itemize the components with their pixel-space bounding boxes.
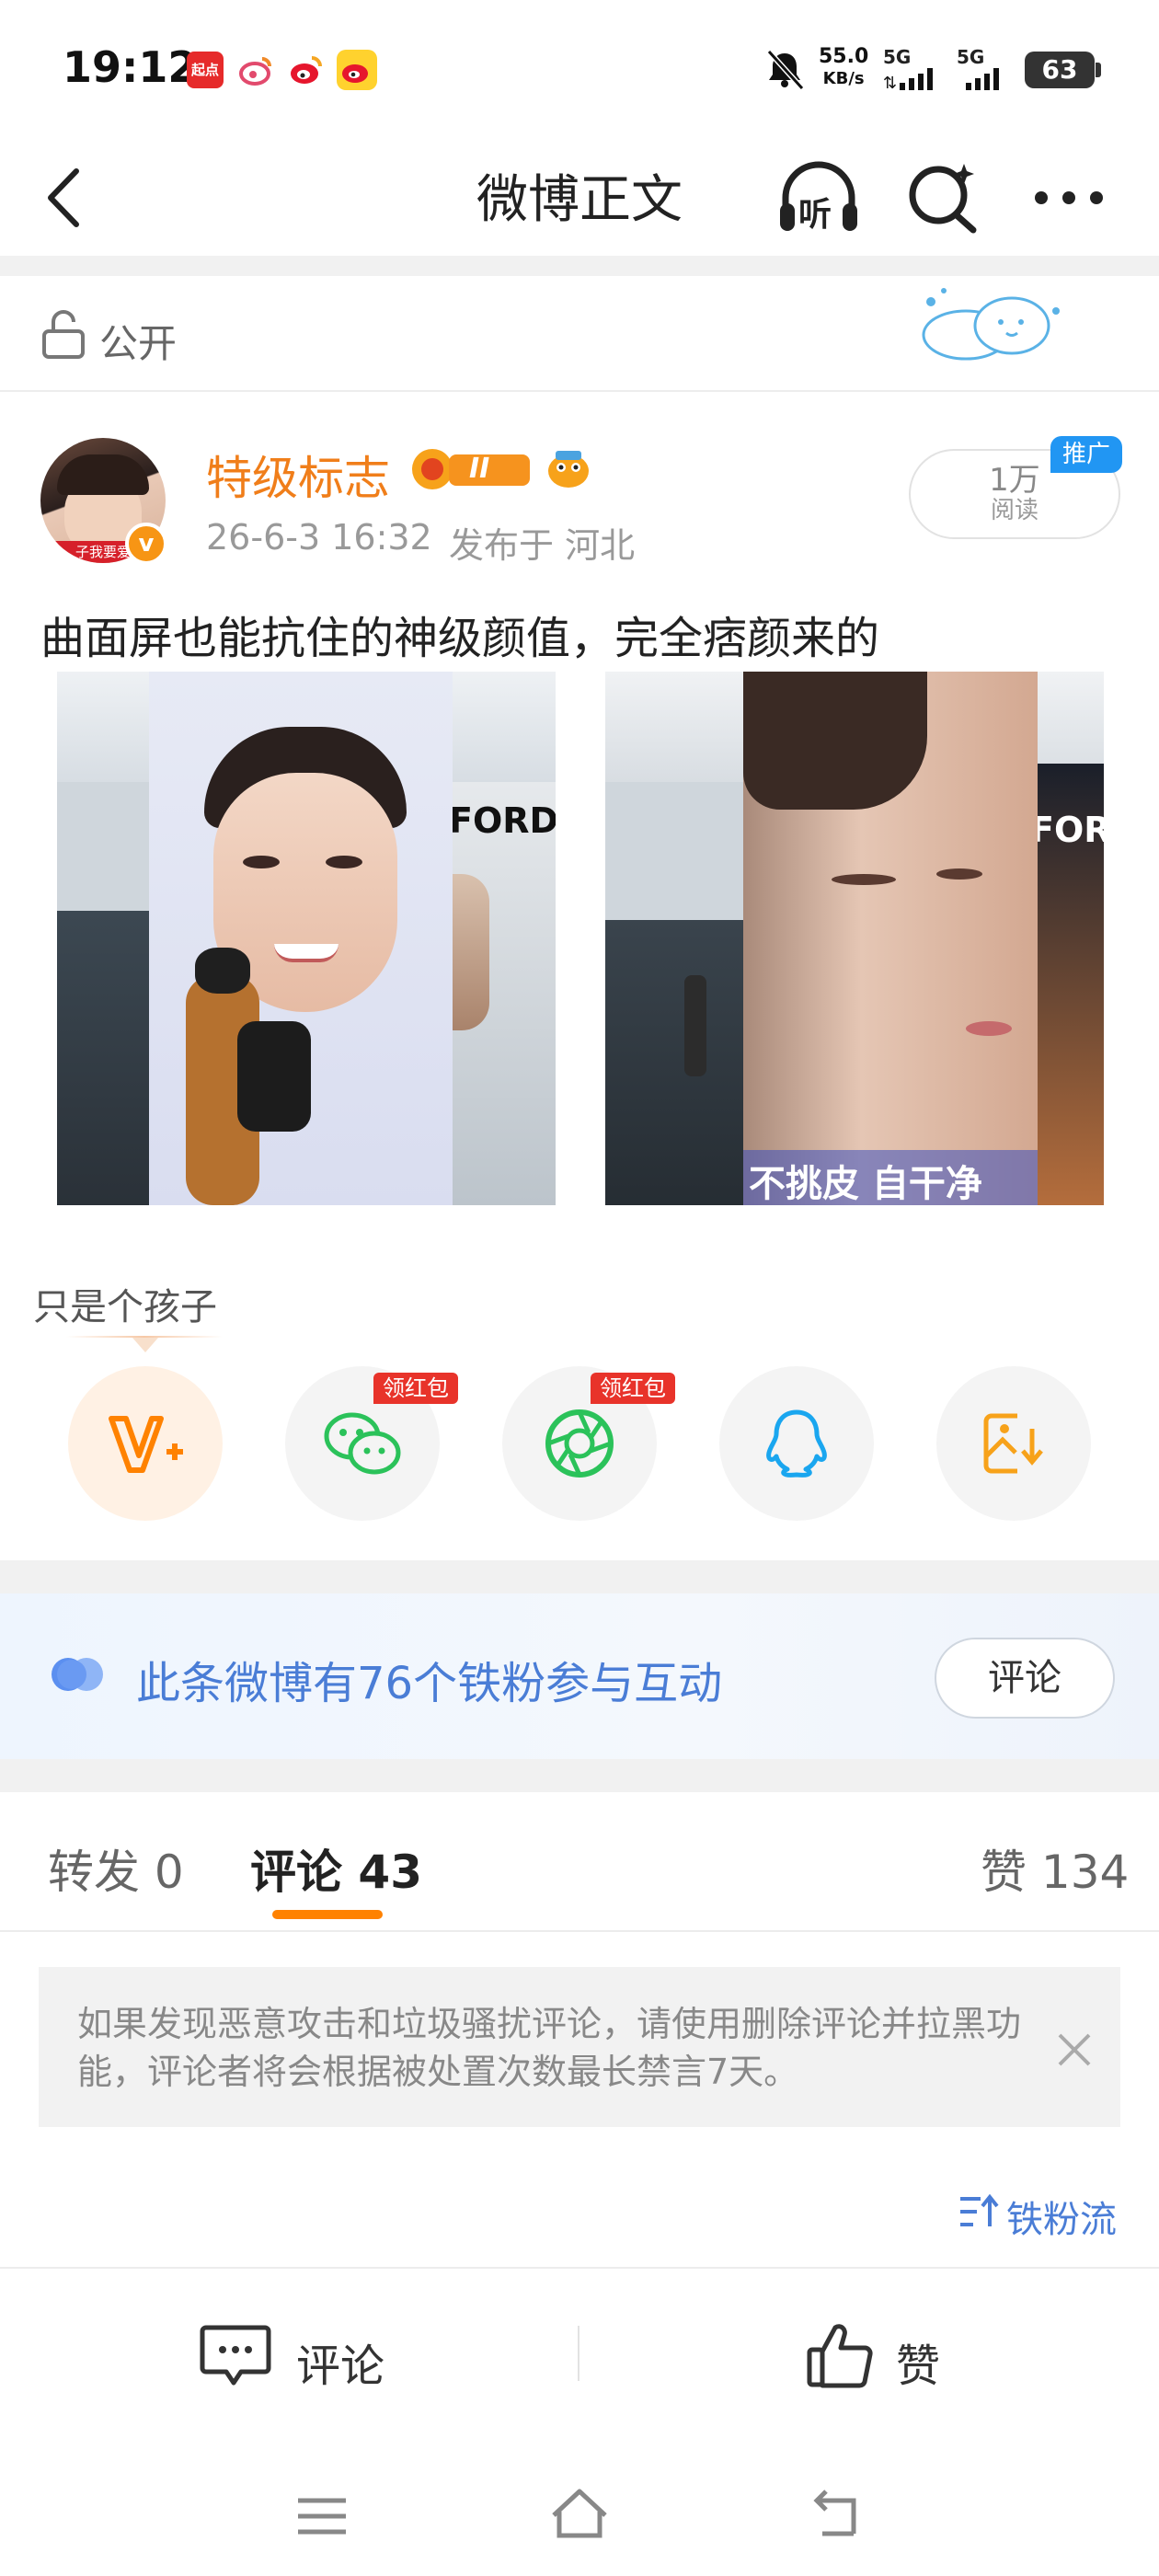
net-speed: 55.0 KB/s bbox=[819, 45, 869, 89]
thumbs-up-icon bbox=[807, 2324, 873, 2388]
qq-icon bbox=[766, 1409, 827, 1478]
fans-comment-button[interactable]: 评论 bbox=[935, 1638, 1115, 1719]
divider bbox=[0, 1759, 1159, 1792]
tab-active-indicator bbox=[272, 1910, 383, 1919]
wechat-redpack-badge: 领红包 bbox=[373, 1373, 458, 1404]
weibo-alt-icon bbox=[237, 52, 274, 88]
more-button[interactable] bbox=[1023, 156, 1115, 239]
promo-badge: 推广 bbox=[1050, 436, 1122, 473]
fans-banner-text: 此条微博有76个铁粉参与互动 bbox=[136, 1658, 723, 1709]
sort-label: 铁粉流 bbox=[1006, 2199, 1117, 2241]
fans-icon bbox=[52, 1658, 103, 1691]
listen-button[interactable]: 听 bbox=[773, 151, 865, 243]
comment-icon bbox=[200, 2325, 271, 2386]
status-bar: 19:12 起点 55.0 KB/s 5G ⇅ 5G 63 bbox=[0, 0, 1159, 138]
home-icon[interactable] bbox=[546, 2484, 613, 2543]
save-image-button[interactable] bbox=[936, 1366, 1091, 1521]
close-icon bbox=[1058, 2033, 1091, 2066]
save-image-icon bbox=[983, 1413, 1043, 1474]
share-tooltip: 只是个孩子 bbox=[33, 1286, 217, 1328]
notice-text: 如果发现恶意攻击和垃圾骚扰评论，请使用删除评论并拉黑功能，评论者将会根据被处置次… bbox=[77, 2004, 1022, 2092]
share-qq-button[interactable] bbox=[719, 1366, 874, 1521]
sticker-decoration bbox=[922, 288, 1060, 361]
weibo-icon bbox=[288, 52, 325, 88]
divider bbox=[0, 1930, 1159, 1932]
share-vip-repost-button[interactable] bbox=[68, 1366, 223, 1521]
post-text: 曲面屏也能抗住的神级颜值，完全痞颜来的 bbox=[40, 613, 880, 664]
bottom-like-button[interactable]: 赞 bbox=[791, 2309, 993, 2401]
weibo-yellow-icon bbox=[337, 50, 377, 90]
post-image-1[interactable]: FORD bbox=[57, 672, 556, 1205]
sort-icon bbox=[960, 2193, 999, 2226]
svg-text:⇅: ⇅ bbox=[883, 74, 897, 92]
wechat-icon bbox=[324, 1412, 401, 1475]
sort-button[interactable]: 铁粉流 bbox=[957, 2186, 1122, 2241]
bottom-comment-label: 评论 bbox=[296, 2340, 385, 2392]
bottom-comment-button[interactable]: 评论 bbox=[184, 2309, 423, 2401]
fans-banner: 此条微博有76个铁粉参与互动 评论 bbox=[0, 1593, 1159, 1759]
back-arrow-icon bbox=[48, 168, 79, 227]
qidian-icon: 起点 bbox=[187, 52, 224, 88]
post-image-2[interactable]: FOR 不挑皮 自干净 bbox=[605, 672, 1104, 1205]
divider bbox=[0, 1560, 1159, 1593]
title-bar: 微博正文 听 bbox=[0, 138, 1159, 258]
v-plus-icon bbox=[109, 1416, 183, 1473]
back-nav-icon[interactable] bbox=[806, 2488, 865, 2539]
verified-badge-icon: v bbox=[125, 523, 167, 565]
system-nav-bar bbox=[0, 2447, 1159, 2576]
battery-icon: 63 bbox=[1025, 52, 1101, 88]
tooltip-arrow bbox=[132, 1338, 158, 1352]
signal-icon-2: 5G bbox=[957, 46, 1012, 92]
visibility-row: 公开 bbox=[0, 276, 1159, 392]
signal-icon-1: 5G ⇅ bbox=[883, 46, 947, 92]
bottom-like-label: 赞 bbox=[896, 2340, 941, 2392]
tab-likes[interactable]: 赞 134 bbox=[981, 1835, 1129, 1902]
moments-redpack-badge: 领红包 bbox=[591, 1373, 675, 1404]
divider bbox=[0, 256, 1159, 276]
visibility-label: 公开 bbox=[99, 321, 178, 366]
author-name[interactable]: 特级标志 bbox=[206, 442, 390, 508]
unlock-icon bbox=[42, 310, 85, 359]
tab-comments[interactable]: 评论 43 bbox=[250, 1835, 422, 1902]
divider bbox=[578, 2326, 580, 2381]
moments-icon bbox=[545, 1409, 614, 1478]
status-time: 19:12 bbox=[63, 42, 198, 92]
post-timestamp: 26-6-3 16:32 bbox=[206, 517, 432, 558]
divider bbox=[0, 2267, 1159, 2269]
back-button[interactable] bbox=[28, 156, 101, 239]
more-dots-icon bbox=[1035, 191, 1103, 204]
notice-close-button[interactable] bbox=[1047, 2022, 1102, 2077]
post-location: 发布于 河北 bbox=[449, 525, 636, 566]
fan-level-badge[interactable]: II bbox=[408, 445, 534, 493]
tab-repost[interactable]: 转发 0 bbox=[48, 1835, 184, 1902]
fish-emoji-icon bbox=[545, 445, 592, 493]
comment-notice: 如果发现恶意攻击和垃圾骚扰评论，请使用删除评论并拉黑功能，评论者将会根据被处置次… bbox=[39, 1967, 1120, 2127]
mute-bell-icon bbox=[763, 48, 806, 91]
search-icon bbox=[909, 164, 977, 234]
search-button[interactable] bbox=[898, 153, 986, 241]
menu-icon[interactable] bbox=[294, 2493, 350, 2539]
